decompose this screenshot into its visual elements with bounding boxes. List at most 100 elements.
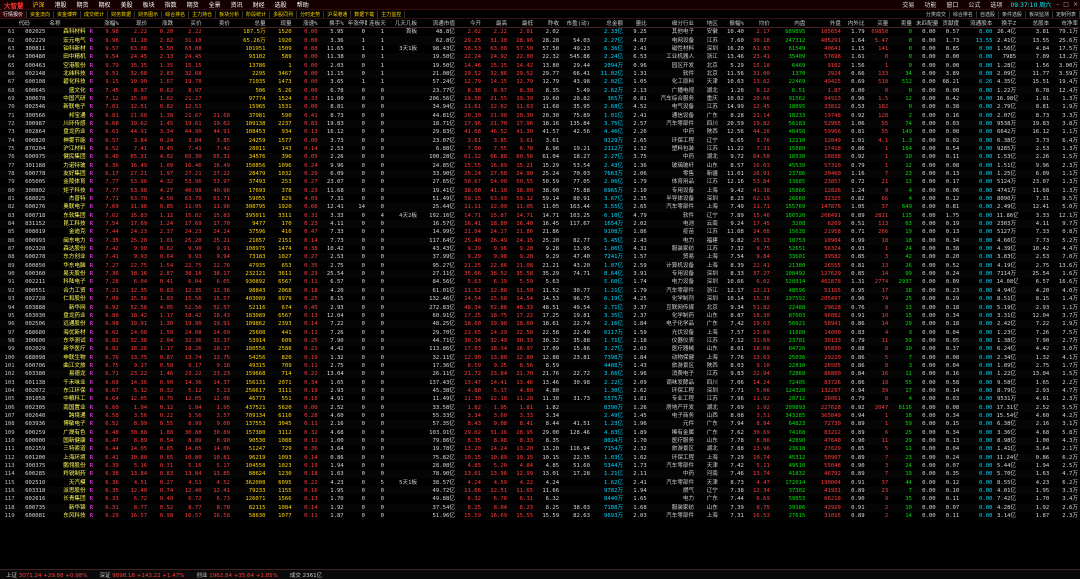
- menu-item[interactable]: 港股: [50, 0, 72, 9]
- right-menu-item[interactable]: 交易: [897, 0, 919, 9]
- table-row[interactable]: 107 002640 跨境通 R 6.58 3.56 0.22 3.56 3.57 709134 6…: [0, 412, 1080, 420]
- column-header[interactable]: 现量: [267, 19, 294, 28]
- table-row[interactable]: 81 688025 杰普特 R 7.71 63.70 4.56 63.70 63.71 59055…: [0, 195, 1080, 203]
- table-row[interactable]: 119 600081 东风科技 R 6.29 16.57 0.98 16.57 16.58 586…: [0, 512, 1080, 520]
- table-row[interactable]: 116 603318 派思股份 R 6.35 12.40 0.74 12.40 12.41 792…: [0, 486, 1080, 496]
- table-row[interactable]: 73 002864 盘龙药业 R 6.63 44.91 3.34 44.90 44.91 1084…: [0, 128, 1080, 136]
- column-header[interactable]: 名称: [47, 19, 88, 28]
- table-row[interactable]: 114 600285 羚锐制药 R 6.38 13.84 0.83 13.84 13.85 886…: [0, 470, 1080, 479]
- table-row[interactable]: 78 600778 友好集团 R 6.17 27.21 1.97 27.21 27.22 2847…: [0, 169, 1080, 179]
- column-header[interactable]: 今开: [456, 19, 484, 28]
- table-row[interactable]: 89 600850 华东电脑 R 7.27 22.75 1.54 22.75 22.76 4793…: [0, 262, 1080, 270]
- table-row[interactable]: 110 600000 国新健康 R 6.47 8.89 0.54 8.89 8.90 90530 1…: [0, 436, 1080, 446]
- menu-item[interactable]: 帮助: [292, 0, 314, 9]
- column-header[interactable]: 量比: [625, 19, 649, 28]
- column-header[interactable]: 年涨停数: [345, 19, 367, 28]
- table-row[interactable]: 103 601138 千禾味业 R 6.69 14.36 0.90 14.36 14.37 156…: [0, 378, 1080, 386]
- function-tab-right[interactable]: 自选股: [977, 10, 999, 18]
- column-header[interactable]: 内盘: [771, 19, 808, 28]
- table-row[interactable]: 71 300566 邦宝通 R 6.81 21.68 1.38 21.67 21.68 37981…: [0, 111, 1080, 119]
- column-header[interactable]: 买量: [866, 19, 891, 28]
- menu-item[interactable]: 期货: [72, 0, 94, 9]
- right-menu-item[interactable]: 窗口: [941, 0, 963, 9]
- table-row[interactable]: 109 600259 广晟有色 R 6.48 30.88 1.88 30.88 30.89 157…: [0, 429, 1080, 437]
- table-row[interactable]: 70 002546 新联电子 R 7.01 12.51 0.82 12.51 15965 1531…: [0, 103, 1080, 112]
- table-row[interactable]: 97 688680 海优新材 R 6.62 24.08 1.50 24.08 24.09 2560…: [0, 328, 1080, 336]
- close-icon[interactable]: ×: [1071, 1, 1080, 8]
- column-header[interactable]: 总量: [232, 19, 268, 28]
- table-row[interactable]: 108 603936 博敏电子 R 6.52 8.99 0.55 8.99 9.00 137553…: [0, 420, 1080, 429]
- table-row[interactable]: 112 601200 上海环境 R 6.41 10.80 0.65 10.80 10.81 962…: [0, 453, 1080, 462]
- right-menu-item[interactable]: 功能: [919, 0, 941, 9]
- right-menu-item[interactable]: 公式: [963, 0, 985, 9]
- column-header[interactable]: 总金额: [591, 19, 626, 28]
- column-header[interactable]: 贡献度: [937, 19, 962, 28]
- function-tab[interactable]: 财务数据: [108, 10, 136, 18]
- table-row[interactable]: 118 600735 新华锦 R 6.31 8.77 0.52 8.77 8.78 82115 10…: [0, 503, 1080, 512]
- column-header[interactable]: 涨幅%: [94, 19, 121, 28]
- function-tab[interactable]: 数据下载: [351, 10, 379, 18]
- table-row[interactable]: 76 600975 健民集团 R 6.40 65.31 4.02 65.30 65.31 3457…: [0, 153, 1080, 162]
- function-tab[interactable]: 资金博弈: [54, 10, 82, 18]
- table-row[interactable]: 115 002510 天汽模 R 6.36 4.51 0.27 4.51 4.52 362008 6…: [0, 479, 1080, 487]
- column-header[interactable]: 涨速%: [293, 19, 320, 28]
- column-header[interactable]: 市净率: [1051, 19, 1080, 28]
- table-row[interactable]: 99 002029 新华医疗 R 6.82 18.26 1.17 18.26 18.27 1805…: [0, 345, 1080, 353]
- column-header[interactable]: 卖量: [890, 19, 914, 28]
- table-row[interactable]: 94 603888 新华网 R 6.92 52.56 4.05 52.56 52.57 52116…: [0, 303, 1080, 312]
- table-row[interactable]: 101 600706 曲江文旅 R 6.75 9.17 0.58 9.17 9.18 49315 7…: [0, 362, 1080, 370]
- table-row[interactable]: 75 870204 沪江材料 R 6.52 7.41 0.45 7.41 7.42 28011 14…: [0, 145, 1080, 153]
- function-tab[interactable]: 主力监控: [378, 10, 406, 18]
- table-row[interactable]: 74 000820 神雾节能 R 6.57 3.84 0.24 3.84 3.85 24259 15…: [0, 136, 1080, 145]
- menu-item[interactable]: 指数: [160, 0, 182, 9]
- column-header[interactable]: 振幅%: [719, 19, 746, 28]
- table-row[interactable]: 61 002025 森科材料 R 9.98 2.22 0.20 2.22 187.5万 1520 0…: [0, 28, 1080, 37]
- function-tab[interactable]: 多股同列: [270, 10, 298, 18]
- function-tab[interactable]: 资金流向: [27, 10, 55, 18]
- column-header[interactable]: 内外比: [842, 19, 867, 28]
- table-row[interactable]: 66 002148 北纬科技 R 9.51 32.68 2.83 32.68 2295 3467 0…: [0, 69, 1080, 79]
- table-row[interactable]: 102 603380 易德龙 R 6.71 23.22 1.46 23.22 23.23 1596…: [0, 370, 1080, 379]
- function-tab-right[interactable]: 板块监测: [1026, 10, 1053, 18]
- column-header[interactable]: 总股本: [1018, 19, 1052, 28]
- table-row[interactable]: 90 600360 易天股份 R 7.36 38.16 2.87 38.16 38.17 2321…: [0, 269, 1080, 279]
- maximize-icon[interactable]: □: [1061, 1, 1071, 8]
- column-header[interactable]: 连板天: [367, 19, 386, 28]
- column-header[interactable]: 最高: [483, 19, 510, 28]
- column-header[interactable]: 涨跌: [149, 19, 176, 28]
- table-row[interactable]: 95 603030 盘龙药业 R 6.80 18.42 1.17 18.42 18.43 1830…: [0, 312, 1080, 320]
- menu-item[interactable]: 选股: [270, 0, 292, 9]
- function-tab[interactable]: 阶段统计: [243, 10, 271, 18]
- function-tab[interactable]: 财务图示: [135, 10, 163, 18]
- table-row[interactable]: 105 301058 中粮科工 R 6.64 12.05 0.75 12.05 12.06 467…: [0, 395, 1080, 403]
- table-row[interactable]: 85 008019 金迪克 R 7.44 24.23 2.37 24.23 24.24 37596…: [0, 228, 1080, 236]
- menu-item[interactable]: 沪深: [28, 0, 50, 9]
- column-header[interactable]: 最低: [509, 19, 536, 28]
- function-tab-right[interactable]: 定制列表: [1053, 10, 1080, 18]
- column-header[interactable]: 市盈(动): [561, 19, 592, 28]
- column-header[interactable]: 未匹配量: [913, 19, 938, 28]
- column-header[interactable]: [87, 19, 95, 28]
- menu-item[interactable]: 资讯: [226, 0, 248, 9]
- column-header[interactable]: 均价: [745, 19, 772, 28]
- status-index[interactable]: 创业 1962.84 +35.64 +1.85%: [190, 571, 283, 579]
- table-row[interactable]: 83 600718 东软集团 R 7.62 15.83 1.12 15.82 15.83 3950…: [0, 212, 1080, 220]
- table-row[interactable]: 63 300811 铂科新材 R 9.57 63.08 5.50 63.08 101951 150…: [0, 45, 1080, 53]
- status-index[interactable]: 上证 3071.24 +29.86 +0.98%: [0, 571, 93, 579]
- table-row[interactable]: 62 002229 宏元电气 R 9.96 31.10 2.82 31.10 65.26万 192…: [0, 36, 1080, 45]
- column-header[interactable]: 卖价: [203, 19, 233, 28]
- column-header[interactable]: 昨收: [535, 19, 562, 28]
- status-index[interactable]: 成交 2361亿: [284, 571, 328, 579]
- table-row[interactable]: 82 600276 奥联电子 R 7.69 11.96 0.85 11.95 11.96 3087…: [0, 203, 1080, 212]
- table-row[interactable]: 86 000993 闽东电力 R 7.35 25.20 1.01 25.20 25.21 2165…: [0, 236, 1080, 245]
- table-row[interactable]: 100 688098 申联生物 R 6.76 13.75 0.87 13.74 13.75 542…: [0, 353, 1080, 362]
- table-row[interactable]: 88 600278 东方创业 R 7.41 9.93 0.64 9.93 9.94 73183 10…: [0, 253, 1080, 262]
- function-tab[interactable]: 成交统计: [81, 10, 109, 18]
- column-header[interactable]: [0, 19, 17, 28]
- column-header[interactable]: 地区: [696, 19, 720, 28]
- table-row[interactable]: 96 002506 远通股份 R 6.98 19.91 1.30 19.90 19.91 1098…: [0, 320, 1080, 329]
- table-row[interactable]: 98 300600 东华测试 R 6.82 32.36 2.04 32.36 32.37 5391…: [0, 336, 1080, 346]
- table-row[interactable]: 92 000551 合力工贸 R 7.21 12.35 0.83 12.35 12.36 9884…: [0, 286, 1080, 295]
- menu-item[interactable]: 全景: [204, 0, 226, 9]
- table-row[interactable]: 104 002672 东江环保 R 6.67 5.12 0.32 5.12 5.13 256617…: [0, 386, 1080, 396]
